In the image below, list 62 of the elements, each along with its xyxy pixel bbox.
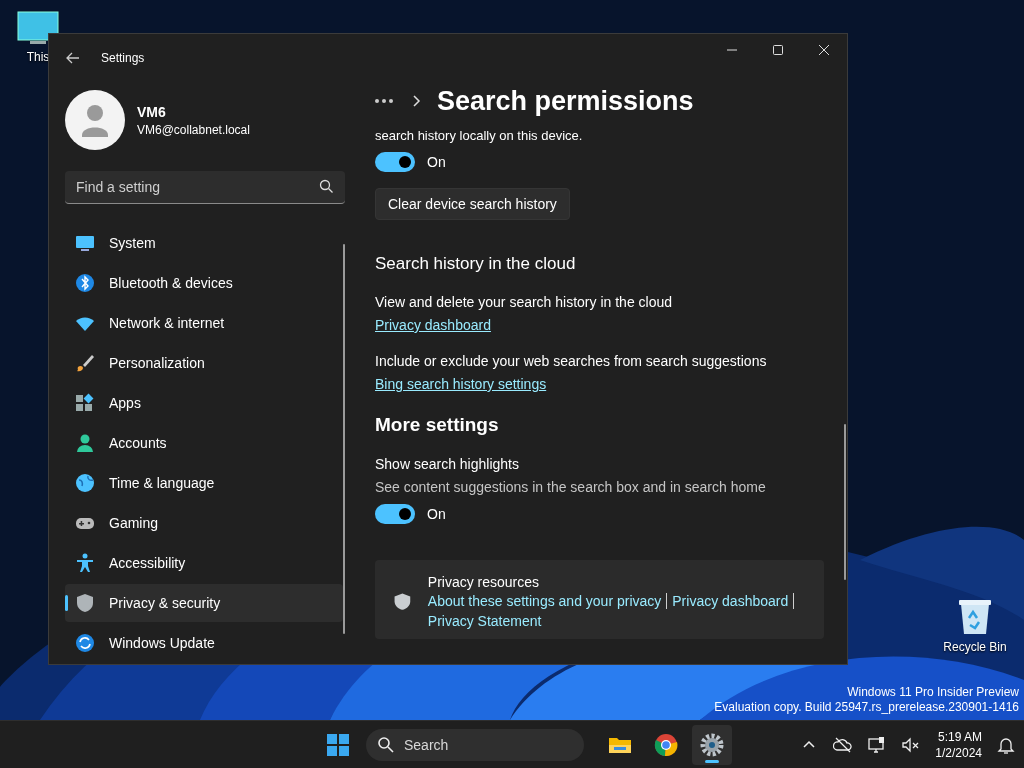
nav-item[interactable]: Apps bbox=[65, 384, 343, 422]
shield-icon bbox=[75, 593, 95, 613]
apps-icon bbox=[75, 393, 95, 413]
settings-search-field[interactable]: Find a setting bbox=[65, 171, 345, 204]
brush-icon bbox=[75, 353, 95, 373]
setting-label: Show search highlights bbox=[375, 456, 520, 472]
taskbar-app-button[interactable] bbox=[692, 725, 732, 765]
window-title: Settings bbox=[101, 51, 145, 65]
nav-item[interactable]: Time & language bbox=[65, 464, 343, 502]
browser-icon bbox=[654, 733, 678, 757]
nav-item[interactable]: Privacy & security bbox=[65, 584, 343, 622]
update-icon bbox=[75, 633, 95, 653]
page-title: Search permissions bbox=[437, 85, 694, 117]
card-title: Privacy resources bbox=[427, 574, 541, 590]
desktop-icon-label[interactable]: Recycle Bin bbox=[943, 640, 1007, 654]
section-heading: More settings bbox=[375, 414, 500, 436]
bluetooth-icon bbox=[75, 273, 95, 293]
more-icon bbox=[375, 99, 393, 103]
nav-item[interactable]: Network & internet bbox=[65, 304, 343, 342]
watermark-text: Evaluation copy. Build 25947.rs_prerelease.230901-1416 bbox=[714, 700, 1019, 715]
clock-time[interactable]: 5:19 AM bbox=[937, 729, 982, 745]
search-icon bbox=[378, 737, 394, 753]
monitor-icon bbox=[75, 233, 95, 253]
clock-date[interactable]: 1/2/2024 bbox=[935, 745, 982, 761]
windows-logo-icon bbox=[326, 733, 350, 757]
nav-item[interactable]: Personalization bbox=[65, 344, 343, 382]
cloud-off-icon bbox=[833, 735, 854, 755]
setting-description: search history locally on this device. bbox=[375, 128, 584, 143]
nav-item[interactable]: Bluetooth & devices bbox=[65, 264, 343, 302]
toggle-switch[interactable] bbox=[375, 152, 415, 172]
taskbar-search-field[interactable]: Search bbox=[366, 729, 584, 761]
monitor-icon bbox=[16, 10, 60, 46]
toggle-label: On bbox=[427, 154, 446, 170]
account-name: VM6 bbox=[137, 103, 167, 120]
nav-item[interactable]: System bbox=[65, 224, 343, 262]
gear-icon bbox=[700, 733, 724, 757]
resource-link[interactable]: Privacy dashboard bbox=[672, 593, 789, 609]
resource-link[interactable]: Privacy Statement bbox=[427, 613, 542, 629]
resource-link[interactable]: About these settings and your privacy bbox=[427, 593, 662, 609]
setting-label: Include or exclude your web searches from search suggestions bbox=[375, 353, 768, 369]
person-icon bbox=[75, 433, 95, 453]
nav-item[interactable]: Accessibility bbox=[65, 544, 343, 582]
setting-description: See content suggestions in the search box and in search home bbox=[375, 479, 767, 495]
account-email: VM6@collabnet.local bbox=[137, 122, 250, 137]
toggle-label: On bbox=[427, 506, 446, 522]
nav-item[interactable]: Accounts bbox=[65, 424, 343, 462]
accessibility-icon bbox=[75, 553, 95, 573]
avatar bbox=[65, 90, 125, 150]
globe-icon bbox=[75, 473, 95, 493]
desktop-icon-label[interactable]: This bbox=[26, 50, 50, 64]
nav-item[interactable]: Windows Update bbox=[65, 624, 343, 662]
section-subheading: Search history in the cloud bbox=[375, 254, 577, 274]
setting-label: View and delete your search history in the cloud bbox=[375, 294, 674, 310]
settings-link[interactable]: Bing search history settings bbox=[375, 376, 547, 392]
nav-item[interactable]: Gaming bbox=[65, 504, 343, 542]
minimize-icon bbox=[727, 49, 737, 51]
search-icon bbox=[319, 179, 333, 193]
clear-history-button[interactable]: Clear device search history bbox=[375, 188, 570, 220]
bell-icon bbox=[996, 735, 1016, 755]
settings-link[interactable]: Privacy dashboard bbox=[375, 317, 491, 333]
toggle-switch[interactable] bbox=[375, 504, 415, 524]
watermark-text: Windows 11 Pro Insider Preview bbox=[847, 685, 1019, 700]
